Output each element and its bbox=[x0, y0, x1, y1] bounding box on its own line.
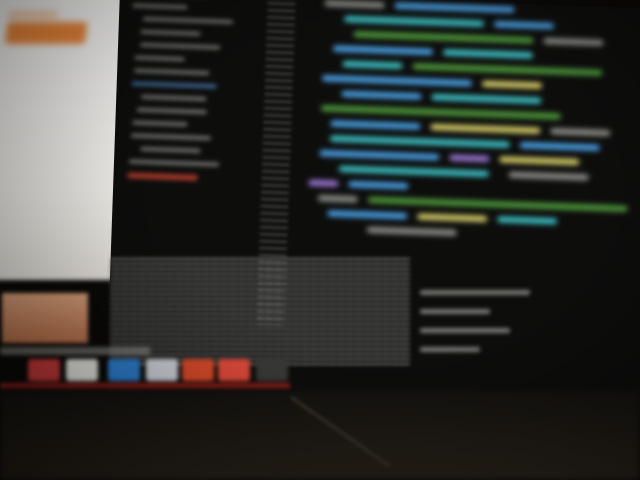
code-token bbox=[330, 120, 420, 129]
code-token bbox=[318, 195, 358, 202]
code-token bbox=[342, 61, 402, 69]
blue-app-icon[interactable] bbox=[108, 359, 140, 381]
desk-surface bbox=[0, 390, 640, 480]
dock-bar bbox=[0, 347, 150, 355]
panel-line bbox=[420, 290, 530, 295]
file-tree-item bbox=[131, 133, 211, 140]
code-token bbox=[339, 166, 489, 177]
orange-bar-faint bbox=[8, 10, 59, 20]
code-token bbox=[333, 45, 433, 54]
file-tree-item bbox=[137, 108, 207, 114]
file-tree-item bbox=[134, 69, 209, 76]
taskbar-dock bbox=[0, 285, 300, 385]
file-tree-item bbox=[129, 159, 219, 166]
code-token bbox=[322, 75, 472, 86]
panel-line bbox=[420, 347, 480, 352]
file-tree-item bbox=[141, 30, 201, 36]
code-token bbox=[325, 0, 385, 8]
code-token bbox=[443, 49, 533, 58]
code-token bbox=[449, 155, 489, 162]
file-tree-item bbox=[141, 95, 206, 101]
red-white-app-icon[interactable] bbox=[218, 359, 250, 381]
code-token bbox=[327, 210, 407, 219]
file-tree-item bbox=[132, 3, 187, 9]
code-token bbox=[367, 227, 457, 236]
dark-app-icon[interactable] bbox=[256, 359, 288, 381]
code-token bbox=[395, 3, 515, 13]
code-token bbox=[308, 180, 338, 187]
code-token bbox=[431, 94, 541, 104]
orange-highlight-bar bbox=[5, 22, 87, 44]
code-token bbox=[330, 135, 510, 147]
file-tree-item bbox=[131, 81, 216, 88]
grey-app-icon[interactable] bbox=[146, 359, 178, 381]
panel-line bbox=[420, 328, 510, 333]
code-token bbox=[499, 156, 579, 165]
blurred-desk-photo bbox=[0, 0, 640, 480]
code-token bbox=[412, 63, 602, 76]
code-token bbox=[348, 181, 408, 189]
dock-shelf bbox=[0, 383, 290, 389]
code-token bbox=[430, 124, 540, 134]
code-token bbox=[509, 172, 589, 181]
code-token bbox=[319, 150, 439, 160]
file-tree-item bbox=[143, 17, 233, 24]
code-token bbox=[520, 142, 600, 151]
code-area bbox=[305, 0, 640, 279]
code-token bbox=[344, 16, 484, 27]
code-token bbox=[494, 21, 554, 29]
right-side-panel bbox=[420, 290, 540, 400]
code-token bbox=[417, 214, 487, 222]
code-token bbox=[543, 38, 603, 46]
code-token bbox=[497, 216, 557, 224]
panel-line bbox=[420, 309, 490, 314]
code-token bbox=[341, 91, 421, 100]
white-app-icon[interactable] bbox=[66, 359, 98, 381]
red-app-icon[interactable] bbox=[28, 359, 60, 381]
orange-app-icon[interactable] bbox=[182, 359, 214, 381]
file-tree-item bbox=[132, 121, 187, 127]
file-tree-item bbox=[128, 172, 198, 180]
code-token bbox=[482, 81, 542, 89]
file-tree-item bbox=[134, 56, 184, 62]
code-token bbox=[353, 31, 533, 43]
code-token bbox=[321, 105, 561, 119]
file-tree-item bbox=[140, 147, 200, 153]
code-token bbox=[550, 128, 610, 136]
file-tree-panel bbox=[125, 0, 252, 194]
file-tree-item bbox=[140, 43, 220, 50]
window-thumbnail bbox=[2, 293, 88, 343]
